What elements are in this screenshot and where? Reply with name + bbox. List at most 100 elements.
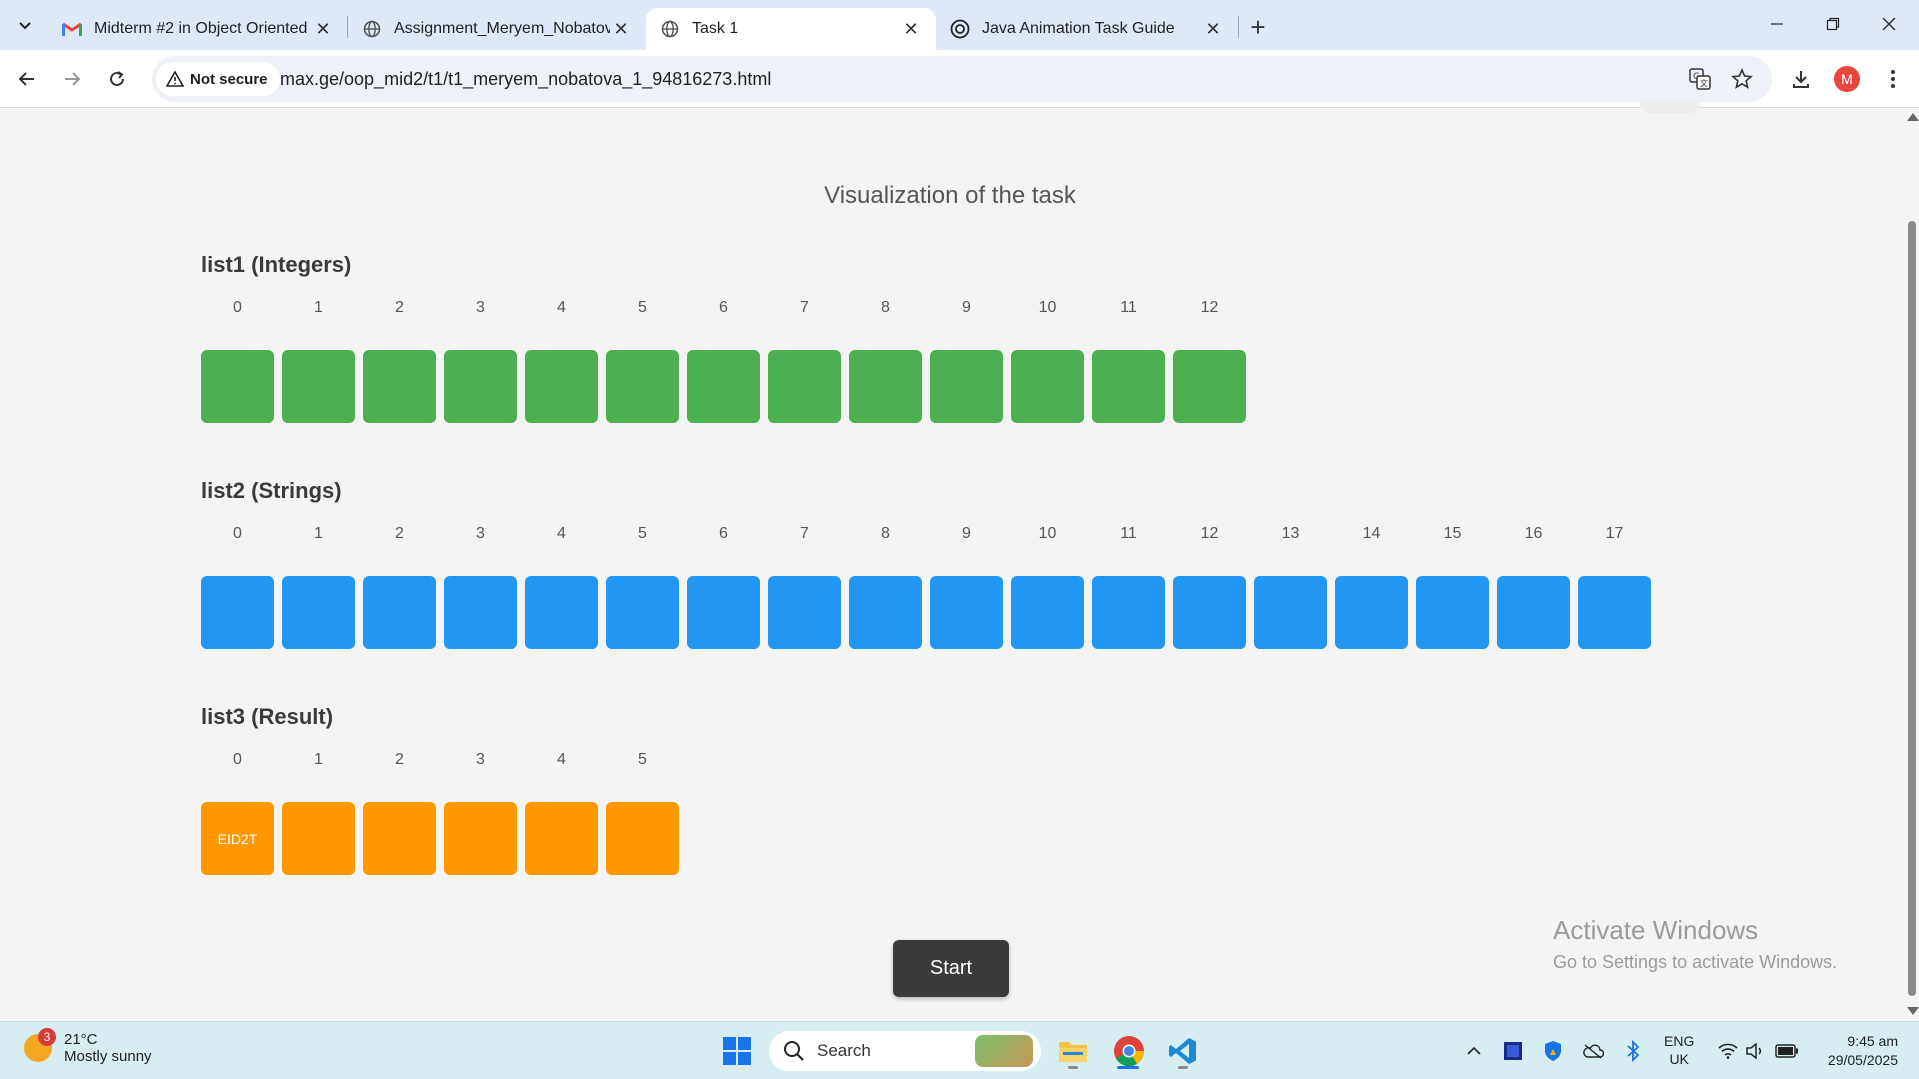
list1-label: list1 (Integers)	[201, 252, 352, 277]
index-label: 3	[476, 299, 485, 316]
list-item-box	[282, 802, 355, 875]
index-label: 11	[1120, 299, 1137, 316]
scroll-down-arrow[interactable]	[1907, 1007, 1919, 1015]
profile-button[interactable]: M	[1830, 62, 1864, 96]
list-item-box	[1254, 576, 1327, 649]
language-line2: UK	[1669, 1051, 1689, 1067]
list-item-box	[606, 576, 679, 649]
watermark-subtitle: Go to Settings to activate Windows.	[1553, 952, 1838, 972]
page-top-element	[1640, 101, 1700, 113]
onedrive-offline-icon[interactable]	[1581, 1039, 1605, 1063]
index-label: 0	[233, 751, 242, 768]
list-item-box	[201, 576, 274, 649]
close-icon	[1882, 17, 1896, 31]
arrow-right-icon	[65, 72, 81, 86]
list-item-box	[930, 350, 1003, 423]
tab-title: Assignment_Meryem_Nobatova	[394, 20, 610, 37]
list-item-box	[282, 576, 355, 649]
index-label: 3	[476, 525, 485, 542]
list-item-box	[768, 576, 841, 649]
chrome-app[interactable]	[1108, 1030, 1150, 1072]
close-tab-icon[interactable]: ✕	[312, 18, 334, 40]
index-label: 2	[395, 525, 404, 542]
index-label: 0	[233, 525, 242, 542]
weather-widget[interactable]: 3 21°C Mostly sunny	[24, 1028, 152, 1065]
index-label: 4	[557, 751, 566, 768]
battery-icon[interactable]	[1775, 1039, 1799, 1063]
new-tab-button[interactable]: +	[1243, 12, 1273, 42]
start-button[interactable]: Start	[893, 940, 1009, 997]
wifi-icon[interactable]	[1716, 1039, 1740, 1063]
list-item-box	[282, 350, 355, 423]
vscode-icon	[1169, 1038, 1196, 1064]
search-icon	[784, 1041, 804, 1061]
index-label: 10	[1038, 525, 1057, 542]
tab-title: Midterm #2 in Object Oriented	[94, 20, 308, 37]
close-tab-icon[interactable]: ✕	[610, 18, 632, 40]
list-item-box	[525, 802, 598, 875]
scroll-up-arrow[interactable]	[1907, 113, 1919, 121]
close-tab-icon[interactable]: ✕	[1202, 18, 1224, 40]
index-label: 13	[1281, 525, 1300, 542]
warning-icon	[166, 71, 184, 87]
scroll-thumb[interactable]	[1908, 221, 1916, 996]
avatar: M	[1834, 66, 1860, 92]
tab-title: Java Animation Task Guide	[982, 20, 1175, 37]
back-button[interactable]	[10, 62, 44, 96]
taskbar-search[interactable]: Search	[769, 1031, 1041, 1071]
browser-toolbar: Not secure max.ge/oop_mid2/t1/t1_meryem_…	[0, 50, 1919, 108]
index-label: 5	[638, 299, 647, 316]
minimize-button[interactable]	[1749, 4, 1805, 44]
app-tray-icon[interactable]	[1501, 1039, 1525, 1063]
running-indicator	[1068, 1066, 1078, 1069]
weather-condition: Mostly sunny	[64, 1048, 152, 1065]
list-item-box	[1011, 576, 1084, 649]
search-label: Search	[817, 1041, 871, 1060]
shield-icon[interactable]	[1541, 1039, 1565, 1063]
translate-icon[interactable]: G文	[1688, 67, 1712, 91]
menu-button[interactable]	[1876, 62, 1910, 96]
vertical-scrollbar[interactable]	[1905, 109, 1919, 1021]
list-item-box	[606, 802, 679, 875]
weather-sun-icon: 3	[24, 1028, 56, 1062]
tab-assignment[interactable]: Assignment_Meryem_Nobatova ✕	[348, 8, 646, 50]
search-highlight-image	[975, 1035, 1033, 1067]
close-window-button[interactable]	[1861, 4, 1917, 44]
index-label: 1	[314, 299, 323, 316]
address-bar[interactable]: Not secure max.ge/oop_mid2/t1/t1_meryem_…	[152, 56, 1772, 102]
reload-button[interactable]	[100, 62, 134, 96]
close-tab-icon[interactable]: ✕	[900, 18, 922, 40]
security-chip[interactable]: Not secure	[156, 62, 280, 96]
start-menu-button[interactable]	[716, 1030, 758, 1072]
minimize-icon	[1771, 23, 1783, 25]
tab-midterm[interactable]: Midterm #2 in Object Oriented ✕	[48, 8, 348, 50]
page-content: Visualization of the task list1 (Integer…	[0, 101, 1905, 1021]
show-hidden-icons-chevron-up-icon[interactable]	[1462, 1039, 1486, 1063]
tab-java-animation[interactable]: Java Animation Task Guide ✕	[936, 8, 1238, 50]
file-explorer-app[interactable]	[1052, 1030, 1094, 1072]
language-line1: ENG	[1664, 1033, 1695, 1049]
restore-button[interactable]	[1805, 4, 1861, 44]
bluetooth-icon[interactable]	[1621, 1039, 1645, 1063]
forward-button[interactable]	[55, 62, 89, 96]
list3-label: list3 (Result)	[201, 704, 334, 729]
list-item-box	[1416, 576, 1489, 649]
activate-windows-watermark: Activate Windows Go to Settings to activ…	[1553, 915, 1837, 973]
tab-task-1[interactable]: Task 1 ✕	[646, 8, 936, 50]
index-label: 14	[1362, 525, 1381, 542]
vscode-app[interactable]	[1162, 1030, 1204, 1072]
clock[interactable]: 9:45 am 29/05/2025	[1810, 1032, 1898, 1070]
index-label: 16	[1524, 525, 1543, 542]
list-item-box	[444, 350, 517, 423]
downloads-button[interactable]	[1784, 62, 1818, 96]
index-label: 2	[395, 299, 404, 316]
list-item-box	[849, 576, 922, 649]
language-indicator[interactable]: ENG UK	[1664, 1032, 1694, 1068]
more-vertical-icon	[1891, 70, 1895, 88]
url-text[interactable]: max.ge/oop_mid2/t1/t1_meryem_nobatova_1_…	[280, 69, 771, 90]
list-item-box	[606, 350, 679, 423]
volume-icon[interactable]	[1743, 1039, 1767, 1063]
tab-search-button[interactable]	[10, 10, 40, 40]
chrome-icon	[1114, 1036, 1145, 1067]
bookmark-star-icon[interactable]	[1730, 67, 1754, 91]
